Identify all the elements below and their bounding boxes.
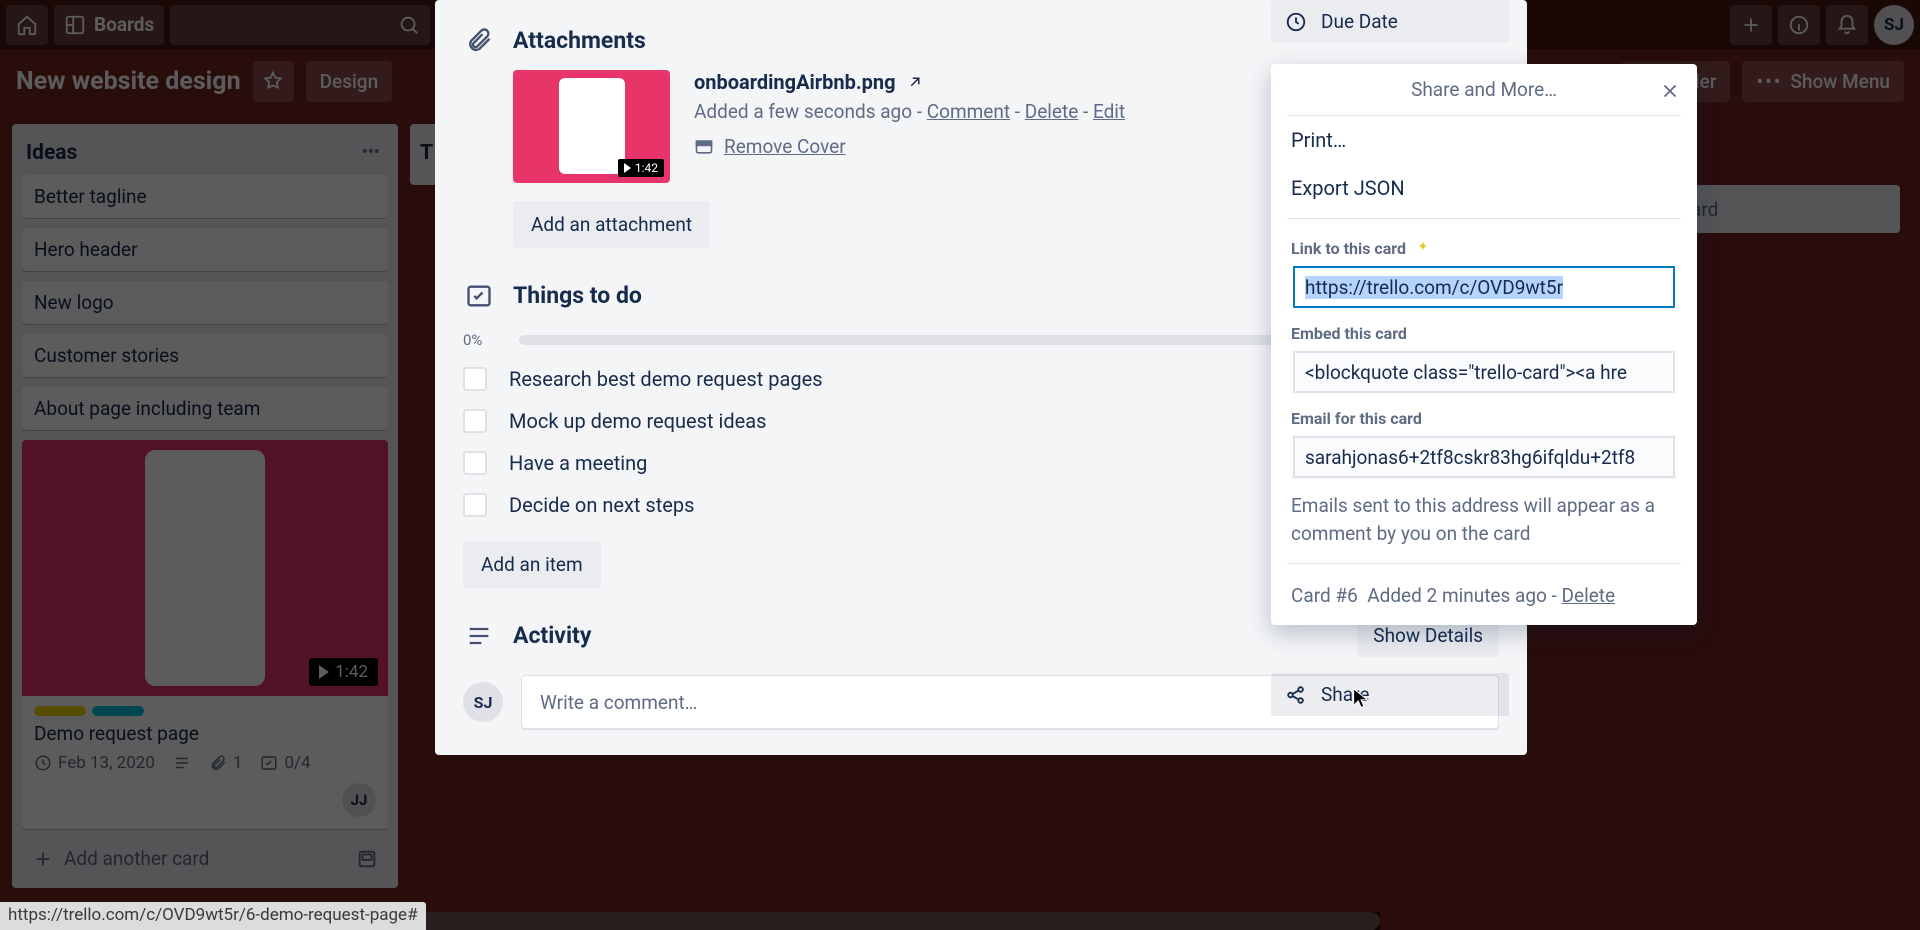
embed-input[interactable]: <blockquote class="trello-card"><a hre (1291, 349, 1677, 395)
embed-label: Embed this card (1271, 310, 1697, 349)
popover-divider (1287, 563, 1681, 564)
checklist-item-label: Mock up demo request ideas (509, 409, 766, 433)
print-item[interactable]: Print… (1271, 116, 1697, 164)
attachment-delete-link[interactable]: Delete (1025, 100, 1079, 123)
attachment-comment-link[interactable]: Comment (927, 100, 1010, 123)
share-label: Share (1321, 683, 1369, 706)
close-icon (1659, 80, 1681, 102)
email-input[interactable]: sarahjonas6+2tf8cskr83hg6ifqldu+2tf8 (1291, 434, 1677, 480)
popover-delete-link[interactable]: Delete (1562, 584, 1616, 607)
popover-footer: Card #6 Added 2 minutes ago - Delete (1271, 570, 1697, 607)
premium-icon (1414, 240, 1432, 258)
attachment-thumbnail[interactable]: 1:42 (513, 70, 670, 183)
due-date-label: Due Date (1321, 10, 1398, 33)
checklist-item-label: Research best demo request pages (509, 367, 823, 391)
play-icon (624, 163, 631, 173)
popover-close-button[interactable] (1655, 76, 1685, 106)
paperclip-icon (463, 26, 495, 54)
comment-avatar: SJ (463, 682, 503, 722)
card-sidebar: Due Date (1271, 0, 1509, 53)
email-label: Email for this card (1271, 395, 1697, 434)
share-popover: Share and More… Print… Export JSON Link … (1271, 64, 1697, 625)
attachment-edit-link[interactable]: Edit (1093, 100, 1125, 123)
add-attachment-button[interactable]: Add an attachment (513, 201, 710, 248)
activity-icon (463, 622, 495, 650)
checklist-icon (463, 282, 495, 310)
checklist-item-label: Have a meeting (509, 451, 647, 475)
email-note: Emails sent to this address will appear … (1271, 480, 1697, 547)
popover-title: Share and More… (1411, 78, 1557, 101)
checkbox[interactable] (463, 409, 487, 433)
cover-icon (694, 137, 714, 157)
browser-statusbar: https://trello.com/c/OVD9wt5r/6-demo-req… (0, 902, 426, 930)
checklist-item-label: Decide on next steps (509, 493, 694, 517)
checklist-title[interactable]: Things to do (513, 282, 1395, 309)
clock-icon (1285, 11, 1307, 33)
checkbox[interactable] (463, 493, 487, 517)
checklist-percent: 0% (463, 331, 503, 349)
add-checklist-item-button[interactable]: Add an item (463, 541, 601, 588)
activity-title: Activity (513, 622, 1339, 649)
external-link-icon (906, 73, 924, 91)
due-date-button[interactable]: Due Date (1271, 0, 1509, 43)
video-duration-badge: 1:42 (618, 159, 664, 177)
card-sidebar-actions: Share (1271, 673, 1509, 726)
export-json-item[interactable]: Export JSON (1271, 164, 1697, 212)
link-label: Link to this card (1271, 225, 1697, 264)
share-icon (1285, 684, 1307, 706)
comment-placeholder: Write a comment… (540, 691, 697, 714)
checkbox[interactable] (463, 367, 487, 391)
popover-divider (1287, 218, 1681, 219)
link-input[interactable]: https://trello.com/c/OVD9wt5r (1291, 264, 1677, 310)
share-button[interactable]: Share (1271, 673, 1509, 716)
checkbox[interactable] (463, 451, 487, 475)
